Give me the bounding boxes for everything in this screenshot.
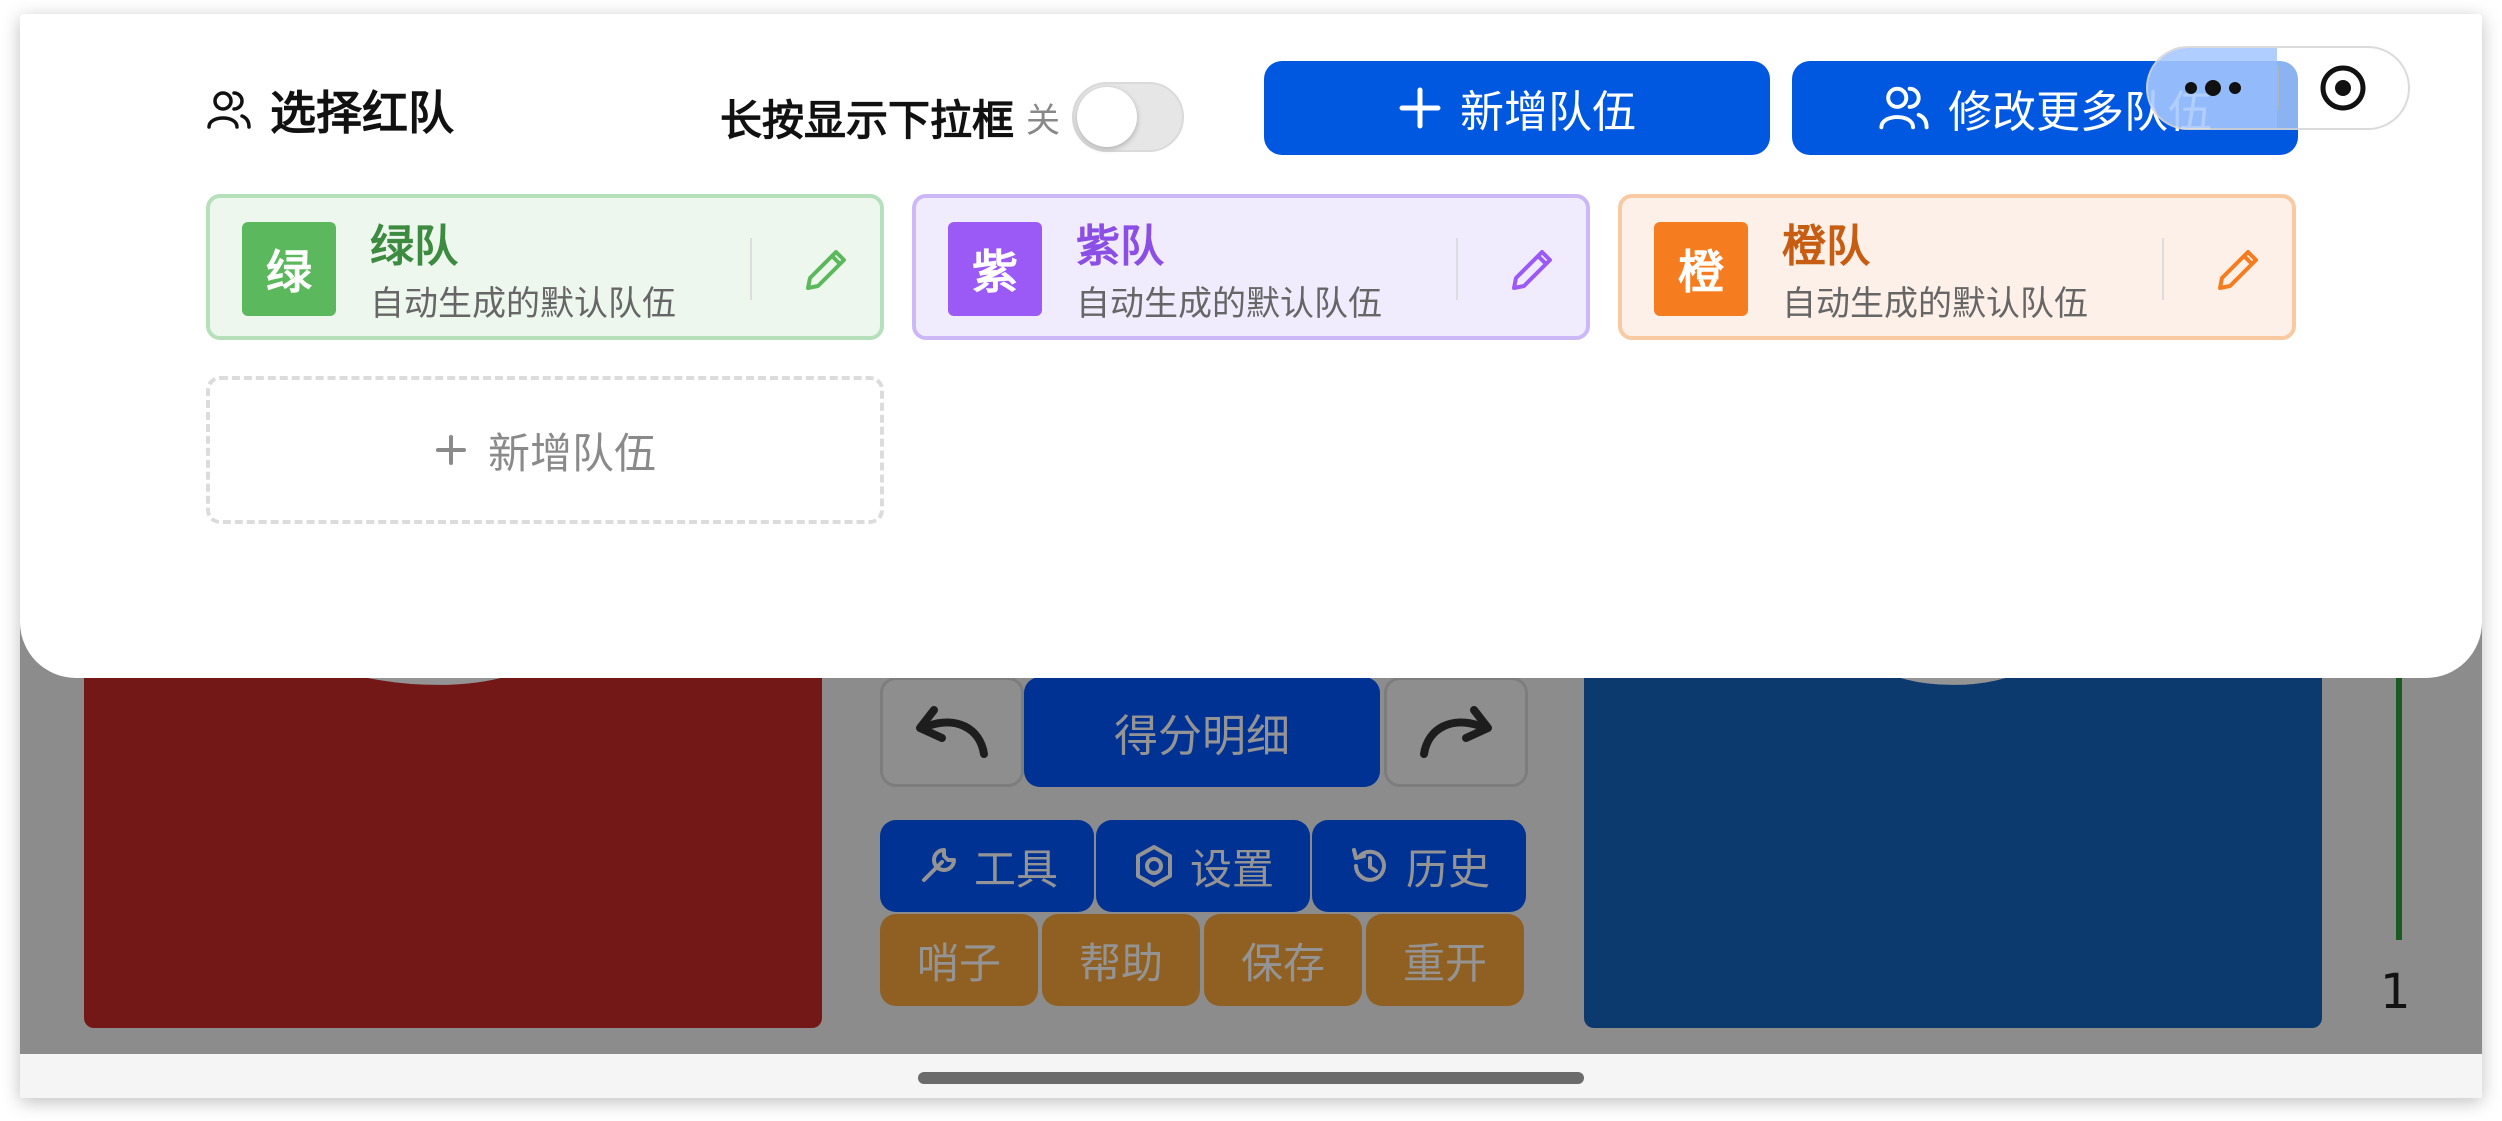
- team-description: 自动生成的默认队伍: [1782, 284, 2088, 324]
- team-name: 橙队: [1782, 221, 1870, 272]
- team-card-purple[interactable]: 紫 紫队 自动生成的默认队伍: [912, 194, 1590, 340]
- sheet-title: 选择红队: [206, 72, 454, 148]
- pencil-icon[interactable]: [2212, 244, 2264, 296]
- close-mini-program-button[interactable]: [2279, 48, 2408, 128]
- divider: [2162, 238, 2164, 300]
- target-icon: [2320, 65, 2366, 111]
- mini-program-capsule: [2146, 46, 2410, 130]
- team-name: 紫队: [1076, 221, 1164, 272]
- pencil-icon[interactable]: [800, 244, 852, 296]
- more-button[interactable]: [2148, 48, 2277, 128]
- long-press-label: 长按显示下拉框: [720, 95, 1015, 145]
- plus-icon: [435, 435, 466, 465]
- team-card-green[interactable]: 绿 绿队 自动生成的默认队伍: [206, 194, 884, 340]
- add-team-label: 新增队伍: [1460, 87, 1636, 138]
- device-screen: 5 0 得分明细 工具: [20, 14, 2482, 1098]
- add-team-button[interactable]: 新增队伍: [1264, 61, 1770, 155]
- team-name: 绿队: [370, 221, 458, 272]
- plus-icon: [1399, 87, 1441, 129]
- team-description: 自动生成的默认队伍: [370, 284, 676, 324]
- more-icon: [2184, 80, 2241, 96]
- team-card-orange[interactable]: 橙 橙队 自动生成的默认队伍: [1618, 194, 2296, 340]
- pencil-icon[interactable]: [1506, 244, 1558, 296]
- add-team-card[interactable]: 新增队伍: [206, 376, 884, 524]
- sheet-title-text: 选择红队: [270, 86, 454, 140]
- divider: [1456, 238, 1458, 300]
- long-press-setting: 长按显示下拉框 关: [720, 72, 1185, 162]
- long-press-state: 关: [1026, 100, 1061, 141]
- team-description: 自动生成的默认队伍: [1076, 284, 1382, 324]
- users-icon: [207, 91, 251, 129]
- long-press-toggle[interactable]: [1072, 82, 1185, 152]
- team-select-sheet: 选择红队 长按显示下拉框 关 新增队伍 修改更多队伍 绿 绿队 自动生成的默认队…: [20, 14, 2482, 678]
- add-team-card-label: 新增队伍: [487, 428, 656, 478]
- home-indicator: [918, 1072, 1584, 1084]
- toggle-knob: [1077, 87, 1138, 147]
- team-badge: 紫: [948, 222, 1042, 316]
- users-icon: [1879, 86, 1929, 130]
- team-badge: 绿: [242, 222, 336, 316]
- team-badge: 橙: [1654, 222, 1748, 316]
- divider: [750, 238, 752, 300]
